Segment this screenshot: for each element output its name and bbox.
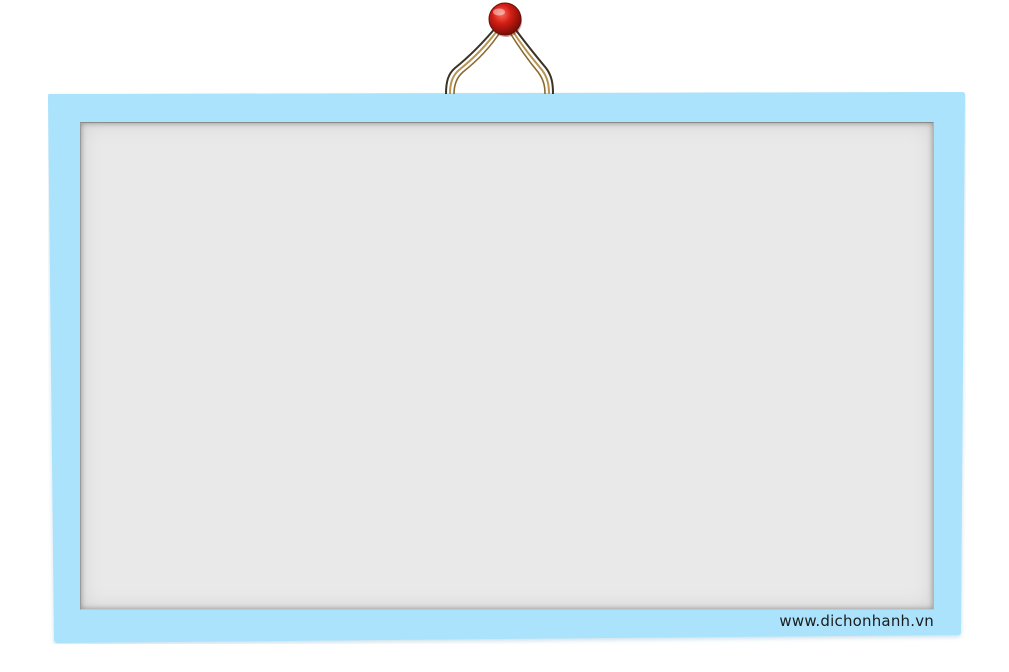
pushpin-icon: [488, 2, 522, 37]
hanging-cord-icon: [445, 2, 554, 95]
watermark-text: www.dichonhanh.vn: [779, 612, 934, 630]
whiteboard-frame-scene: www.dichonhanh.vn: [0, 0, 1009, 672]
blank-board-surface: [80, 122, 934, 610]
